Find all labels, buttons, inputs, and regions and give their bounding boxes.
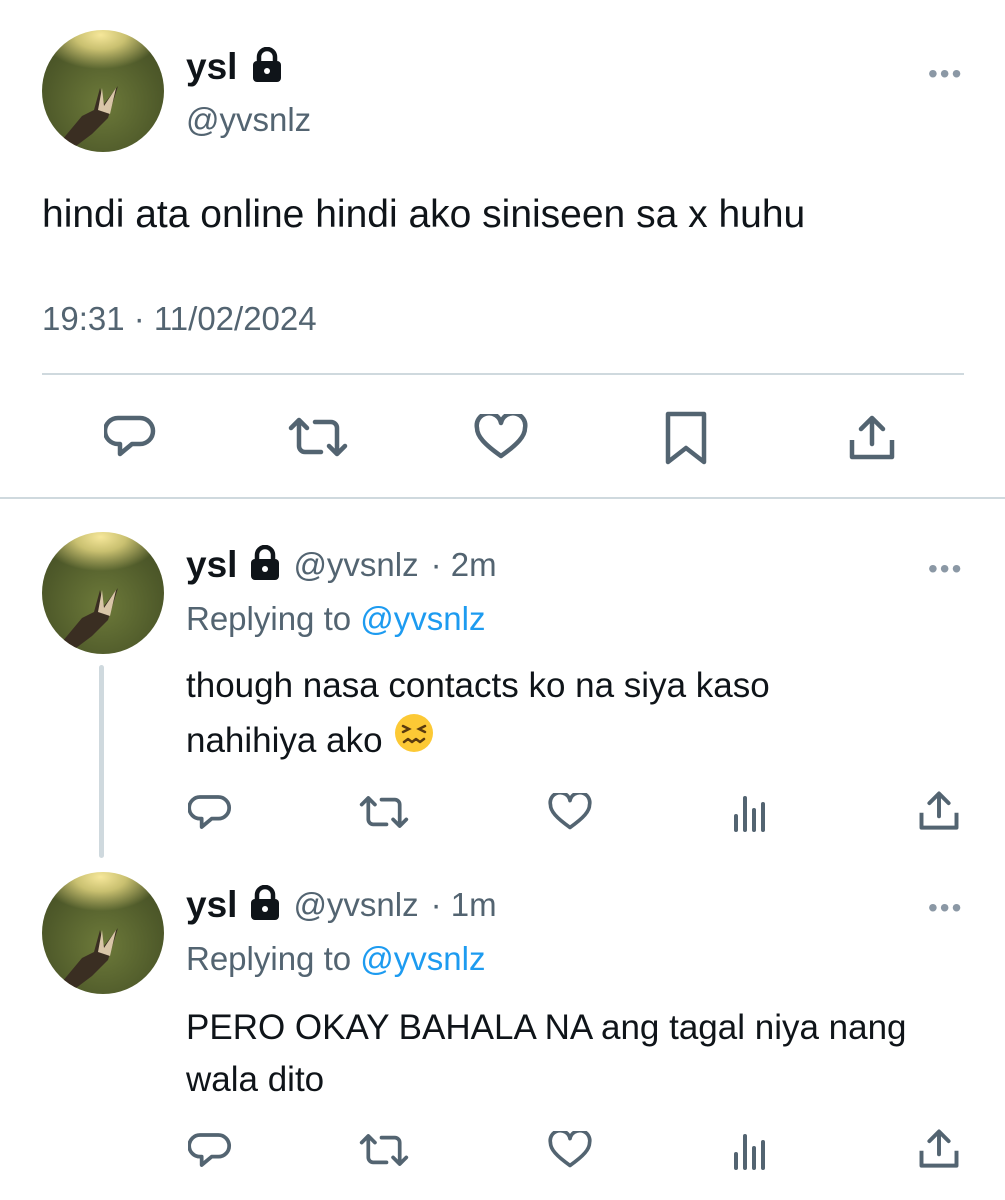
reply-icon[interactable]	[104, 412, 156, 460]
author-row: ysl @yvsnlz · 2m	[186, 544, 497, 586]
mention-link[interactable]: @yvsnlz	[360, 600, 485, 637]
lock-icon	[249, 544, 281, 586]
views-icon[interactable]	[730, 1130, 770, 1170]
more-options-icon[interactable]: •••	[928, 553, 963, 585]
bookmark-icon[interactable]	[664, 410, 708, 466]
reply-icon[interactable]	[188, 792, 232, 832]
author-row: ysl	[186, 46, 283, 88]
display-name[interactable]: ysl	[186, 544, 237, 586]
confounded-face-emoji	[393, 712, 435, 769]
like-icon[interactable]	[474, 414, 528, 460]
lock-icon	[251, 46, 283, 88]
reply-text-line: PERO OKAY BAHALA NA ang tagal niya nang	[186, 1008, 907, 1047]
display-name[interactable]: ysl	[186, 884, 237, 926]
avatar[interactable]	[42, 30, 164, 152]
share-icon[interactable]	[848, 414, 896, 462]
more-options-icon[interactable]: •••	[928, 58, 963, 90]
reply-text: PERO OKAY BAHALA NA ang tagal niya nang …	[186, 1002, 907, 1106]
reply-text-line: nahihiya ako	[186, 720, 383, 760]
avatar[interactable]	[42, 872, 164, 994]
avatar[interactable]	[42, 532, 164, 654]
reply-text: though nasa contacts ko na siya kaso nah…	[186, 660, 770, 769]
tweet-text: hindi ata online hindi ako siniseen sa x…	[42, 193, 806, 236]
handle[interactable]: @yvsnlz	[293, 886, 418, 924]
replying-to: Replying to @yvsnlz	[186, 600, 485, 638]
share-icon[interactable]	[918, 1128, 960, 1170]
divider	[0, 497, 1005, 499]
divider	[42, 373, 964, 375]
retweet-icon[interactable]	[287, 414, 349, 460]
replying-to-label: Replying to	[186, 600, 352, 637]
mention-link[interactable]: @yvsnlz	[360, 940, 485, 977]
retweet-icon[interactable]	[358, 793, 410, 831]
reply-text-line: wala dito	[186, 1060, 325, 1099]
display-name[interactable]: ysl	[186, 46, 237, 88]
author-row: ysl @yvsnlz · 1m	[186, 884, 497, 926]
handle[interactable]: @yvsnlz	[186, 101, 311, 139]
reply-text-line: though nasa contacts ko na siya kaso	[186, 666, 770, 705]
reply-icon[interactable]	[188, 1130, 232, 1170]
replying-to: Replying to @yvsnlz	[186, 940, 485, 978]
replying-to-label: Replying to	[186, 940, 352, 977]
retweet-icon[interactable]	[358, 1131, 410, 1169]
like-icon[interactable]	[548, 1131, 592, 1169]
reply-time[interactable]: · 2m	[431, 546, 497, 584]
more-options-icon[interactable]: •••	[928, 892, 963, 924]
views-icon[interactable]	[730, 792, 770, 832]
reply-time[interactable]: · 1m	[431, 886, 497, 924]
handle[interactable]: @yvsnlz	[293, 546, 418, 584]
like-icon[interactable]	[548, 793, 592, 831]
tweet-timestamp[interactable]: 19:31 · 11/02/2024	[42, 300, 317, 338]
lock-icon	[249, 884, 281, 926]
share-icon[interactable]	[918, 790, 960, 832]
thread-line	[99, 665, 104, 858]
